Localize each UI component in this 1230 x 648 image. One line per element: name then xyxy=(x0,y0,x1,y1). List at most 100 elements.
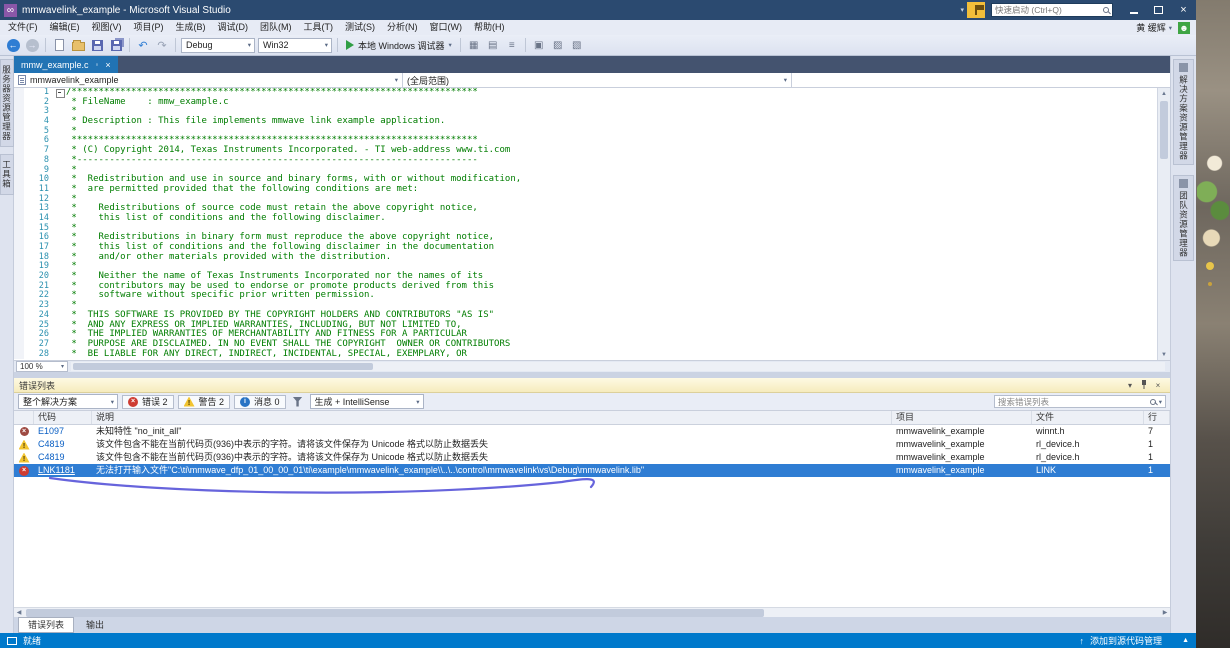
scrollbar-thumb[interactable] xyxy=(1160,101,1168,159)
breakpoint-margin[interactable] xyxy=(14,166,24,176)
error-code-link[interactable]: C4819 xyxy=(34,438,92,451)
code-editor[interactable]: 1/**************************************… xyxy=(14,88,1170,360)
quick-launch-box[interactable] xyxy=(991,3,1113,17)
source-control-link[interactable]: 添加到源代码管理 xyxy=(1090,634,1162,647)
menu-item[interactable]: 分析(N) xyxy=(381,20,424,35)
column-description[interactable]: 说明 xyxy=(92,411,892,424)
code-line[interactable]: 2 * FileName : mmw_example.c xyxy=(14,98,1157,108)
pin-icon[interactable]: ◦ xyxy=(96,60,99,69)
member-scope-dropdown[interactable]: (全局范围) ▾ xyxy=(403,73,792,87)
breakpoint-margin[interactable] xyxy=(14,146,24,156)
redo-button[interactable]: ↷ xyxy=(154,37,170,53)
code-line[interactable]: 11 * are permitted provided that the fol… xyxy=(14,185,1157,195)
undo-button[interactable]: ↶ xyxy=(135,37,151,53)
breakpoint-margin[interactable] xyxy=(14,185,24,195)
breakpoint-margin[interactable] xyxy=(14,224,24,234)
scroll-up-icon[interactable]: ▲ xyxy=(1158,88,1170,99)
feedback-icon[interactable]: ☻ xyxy=(1178,22,1190,34)
breakpoint-margin[interactable] xyxy=(14,262,24,272)
scroll-right-icon[interactable]: ▶ xyxy=(1160,609,1170,616)
breakpoint-margin[interactable] xyxy=(14,321,24,331)
breakpoint-margin[interactable] xyxy=(14,253,24,263)
errors-toggle-button[interactable]: ×错误 2 xyxy=(122,395,174,409)
breakpoint-margin[interactable] xyxy=(14,272,24,282)
scrollbar-thumb[interactable] xyxy=(26,609,764,617)
menu-item[interactable]: 项目(P) xyxy=(128,20,170,35)
save-button[interactable] xyxy=(89,37,105,53)
toolbar-icon[interactable]: ▦ xyxy=(466,37,482,53)
scroll-down-icon[interactable]: ▼ xyxy=(1158,349,1170,360)
error-list-title-bar[interactable]: 错误列表 ▾ × xyxy=(14,378,1170,393)
menu-item[interactable]: 编辑(E) xyxy=(44,20,86,35)
error-search-box[interactable]: ▾ xyxy=(994,395,1166,408)
close-tab-icon[interactable]: × xyxy=(105,60,110,70)
navigate-back-button[interactable]: ← xyxy=(5,37,21,53)
menu-item[interactable]: 测试(S) xyxy=(339,20,381,35)
column-code[interactable]: 代码 xyxy=(34,411,92,424)
save-all-button[interactable] xyxy=(108,37,124,53)
breakpoint-margin[interactable] xyxy=(14,350,24,360)
title-bar[interactable]: ∞ mmwavelink_example - Microsoft Visual … xyxy=(0,0,1196,20)
breakpoint-margin[interactable] xyxy=(14,204,24,214)
menu-item[interactable]: 团队(M) xyxy=(254,20,298,35)
menu-item[interactable]: 生成(B) xyxy=(170,20,212,35)
breakpoint-margin[interactable] xyxy=(14,282,24,292)
close-button[interactable]: × xyxy=(1171,1,1196,19)
toolbar-icon[interactable]: ▤ xyxy=(485,37,501,53)
bookmark-icon[interactable]: ▨ xyxy=(550,37,566,53)
breakpoint-margin[interactable] xyxy=(14,88,24,98)
breakpoint-margin[interactable] xyxy=(14,291,24,301)
column-project[interactable]: 项目 xyxy=(892,411,1032,424)
breakpoint-margin[interactable] xyxy=(14,175,24,185)
breakpoint-margin[interactable] xyxy=(14,233,24,243)
user-account-button[interactable]: 黄 缓辉 ▾ xyxy=(1132,21,1176,34)
breakpoint-margin[interactable] xyxy=(14,340,24,350)
menu-item[interactable]: 帮助(H) xyxy=(468,20,511,35)
scope-filter-dropdown[interactable]: 整个解决方案▾ xyxy=(18,394,118,409)
code-line[interactable]: 18 * and/or other materials provided wit… xyxy=(14,253,1157,263)
breakpoint-margin[interactable] xyxy=(14,195,24,205)
code-line[interactable]: 4 * Description : This file implements m… xyxy=(14,117,1157,127)
breakpoint-margin[interactable] xyxy=(14,311,24,321)
editor-vertical-scrollbar[interactable]: ▲ ▼ xyxy=(1157,88,1170,360)
column-severity[interactable] xyxy=(14,411,34,424)
left-tool-tab[interactable]: 服务器资源管理器 xyxy=(0,59,14,147)
menu-item[interactable]: 调试(D) xyxy=(212,20,255,35)
menu-item[interactable]: 视图(V) xyxy=(86,20,128,35)
new-file-button[interactable] xyxy=(51,37,67,53)
bookmark-icon[interactable]: ▣ xyxy=(531,37,547,53)
zoom-dropdown[interactable]: 100 % ▾ xyxy=(16,361,68,372)
error-list-horizontal-scrollbar[interactable]: ◀ ▶ xyxy=(14,607,1170,617)
code-line[interactable]: 28 * BE LIABLE FOR ANY DIRECT, INDIRECT,… xyxy=(14,350,1157,360)
column-line[interactable]: 行 xyxy=(1144,411,1170,424)
code-line[interactable]: 14 * this list of conditions and the fol… xyxy=(14,214,1157,224)
error-row[interactable]: ×LNK1181无法打开输入文件"C:\ti\mmwave_dfp_01_00_… xyxy=(14,464,1170,477)
breakpoint-margin[interactable] xyxy=(14,107,24,117)
source-filter-dropdown[interactable]: 生成 + IntelliSense▾ xyxy=(310,394,424,409)
close-panel-icon[interactable]: × xyxy=(1151,381,1165,390)
breakpoint-margin[interactable] xyxy=(14,136,24,146)
breakpoint-margin[interactable] xyxy=(14,127,24,137)
breakpoint-margin[interactable] xyxy=(14,98,24,108)
breakpoint-margin[interactable] xyxy=(14,117,24,127)
quick-launch-input[interactable] xyxy=(995,5,1103,15)
pane-tab-inactive[interactable]: 输出 xyxy=(77,618,113,632)
error-code-link[interactable]: E1097 xyxy=(34,425,92,438)
menu-item[interactable]: 文件(F) xyxy=(2,20,44,35)
menu-item[interactable]: 窗口(W) xyxy=(424,20,469,35)
open-file-button[interactable] xyxy=(70,37,86,53)
navigate-forward-button[interactable]: → xyxy=(24,37,40,53)
auto-hide-pin-icon[interactable] xyxy=(1137,380,1151,391)
error-row[interactable]: !C4819该文件包含不能在当前代码页(936)中表示的字符。请将该文件保存为 … xyxy=(14,451,1170,464)
right-tool-tab[interactable]: 团队资源管理器 xyxy=(1173,175,1194,262)
fold-collapse-icon[interactable] xyxy=(54,88,66,98)
error-code-link[interactable]: C4819 xyxy=(34,451,92,464)
maximize-button[interactable] xyxy=(1146,1,1171,19)
code-line[interactable]: 8 *-------------------------------------… xyxy=(14,156,1157,166)
pane-tab-active[interactable]: 错误列表 xyxy=(18,617,74,633)
right-tool-tab[interactable]: 解决方案资源管理器 xyxy=(1173,59,1194,165)
notifications-flag-button[interactable] xyxy=(967,2,985,18)
error-row[interactable]: ×E1097未知特性 "no_init_all"mmwavelink_examp… xyxy=(14,425,1170,438)
project-scope-dropdown[interactable]: mmwavelink_example ▾ xyxy=(14,73,403,87)
start-debug-button[interactable]: 本地 Windows 调试器 ▾ xyxy=(343,39,455,52)
